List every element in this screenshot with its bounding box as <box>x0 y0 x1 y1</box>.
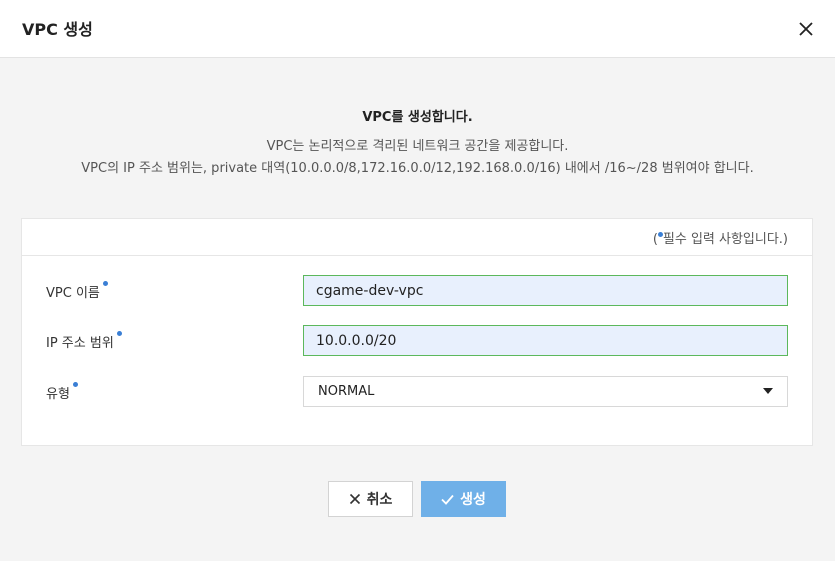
check-icon <box>441 494 454 505</box>
dialog-title: VPC 생성 <box>22 20 93 39</box>
vpc-name-row: VPC 이름 <box>46 275 790 306</box>
required-dot-icon <box>102 281 108 286</box>
ip-range-input[interactable] <box>303 325 788 356</box>
dialog-header: VPC 생성 <box>0 0 835 58</box>
create-button-label: 생성 <box>460 492 486 508</box>
chevron-down-icon <box>763 388 773 394</box>
type-select-value: NORMAL <box>318 384 375 399</box>
vpc-name-label: VPC 이름 <box>46 281 108 301</box>
intro-heading: VPC를 생성합니다. <box>362 110 473 125</box>
required-note-text: 필수 입력 사항입니다.) <box>662 232 788 247</box>
create-button[interactable]: 생성 <box>421 481 506 517</box>
required-note: (필수 입력 사항입니다.) <box>22 219 812 256</box>
required-dot-icon <box>72 382 78 387</box>
intro-line-1: VPC는 논리적으로 격리된 네트워크 공간을 제공합니다. <box>266 139 569 154</box>
intro-section: VPC를 생성합니다. VPC는 논리적으로 격리된 네트워크 공간을 제공합니… <box>0 106 835 180</box>
vpc-create-dialog: VPC 생성 VPC를 생성합니다. VPC는 논리적으로 격리된 네트워크 공… <box>0 0 835 561</box>
close-icon <box>349 493 360 505</box>
intro-line-2: VPC의 IP 주소 범위는, private 대역(10.0.0.0/8,17… <box>81 161 754 176</box>
cancel-button-label: 취소 <box>366 492 393 508</box>
close-icon[interactable] <box>797 20 815 38</box>
cancel-button[interactable]: 취소 <box>328 481 413 517</box>
ip-range-label: IP 주소 범위 <box>46 331 122 351</box>
ip-range-label-text: IP 주소 범위 <box>46 336 114 351</box>
type-label-text: 유형 <box>46 387 70 402</box>
intro-description: VPC는 논리적으로 격리된 네트워크 공간을 제공합니다. VPC의 IP 주… <box>0 136 835 180</box>
type-select[interactable]: NORMAL <box>303 376 788 407</box>
vpc-name-label-text: VPC 이름 <box>46 286 100 301</box>
ip-range-row: IP 주소 범위 <box>46 325 790 356</box>
type-row: 유형 NORMAL <box>46 376 790 407</box>
form-card: (필수 입력 사항입니다.) VPC 이름 IP 주소 범위 유형 NORMAL <box>21 218 813 446</box>
required-dot-icon <box>116 331 122 336</box>
type-label: 유형 <box>46 382 78 402</box>
vpc-name-input[interactable] <box>303 275 788 306</box>
